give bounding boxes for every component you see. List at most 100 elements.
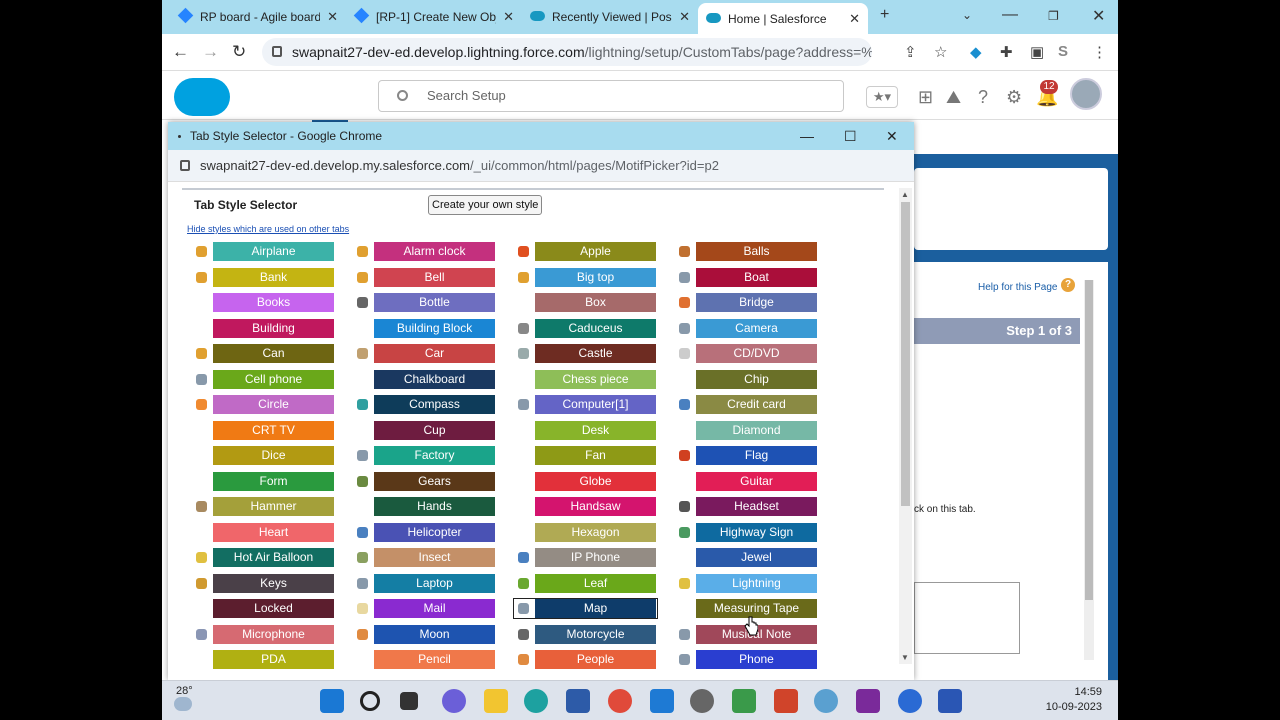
browser-tab-home-salesforce[interactable]: Home | Salesforce ✕ xyxy=(698,3,868,34)
tab-style-option[interactable]: Desk xyxy=(514,421,657,440)
hide-used-styles-link[interactable]: Hide styles which are used on other tabs xyxy=(187,224,349,234)
create-your-own-style-button[interactable]: Create your own style xyxy=(428,195,543,215)
tab-style-option[interactable]: Boat xyxy=(675,268,818,287)
tab-style-option[interactable]: Compass xyxy=(353,395,496,414)
search-icon[interactable] xyxy=(360,691,380,711)
help-circle-icon[interactable]: ? xyxy=(1061,278,1075,292)
browser-tab-rp-board[interactable]: RP board - Agile board ✕ xyxy=(170,4,346,30)
extension-icon[interactable]: ◆ xyxy=(970,43,982,61)
chatgpt-icon[interactable] xyxy=(690,689,714,713)
tab-style-option[interactable]: Laptop xyxy=(353,574,496,593)
tab-style-option[interactable]: Moon xyxy=(353,625,496,644)
tab-style-option[interactable]: Jewel xyxy=(675,548,818,567)
tab-style-option[interactable]: Chalkboard xyxy=(353,370,496,389)
tab-style-option[interactable]: Lightning xyxy=(675,574,818,593)
tab-style-option[interactable]: Chess piece xyxy=(514,370,657,389)
tab-style-option[interactable]: Books xyxy=(192,293,335,312)
avatar[interactable] xyxy=(1070,78,1102,110)
tab-style-option[interactable]: Bridge xyxy=(675,293,818,312)
back-icon[interactable]: ← xyxy=(172,42,189,62)
tab-style-option[interactable]: Helicopter xyxy=(353,523,496,542)
task-view-icon[interactable] xyxy=(400,692,418,710)
favorites-star-icon[interactable]: ★▾ xyxy=(866,86,898,108)
tab-style-option[interactable]: Alarm clock xyxy=(353,242,496,261)
tab-style-option[interactable]: Bell xyxy=(353,268,496,287)
tab-style-option[interactable]: Cell phone xyxy=(192,370,335,389)
tab-style-option[interactable]: Guitar xyxy=(675,472,818,491)
side-panel-icon[interactable]: ▣ xyxy=(1030,43,1044,61)
tab-style-option[interactable]: Flag xyxy=(675,446,818,465)
salesforce-logo-icon[interactable] xyxy=(174,78,230,116)
url-bar[interactable]: swapnait27-dev-ed.develop.lightning.forc… xyxy=(262,38,872,66)
tab-style-option[interactable]: Form xyxy=(192,472,335,491)
trailhead-icon[interactable]: ⛰ xyxy=(946,87,961,108)
edge-icon[interactable] xyxy=(524,689,548,713)
restore-icon[interactable]: ❐ xyxy=(1048,9,1059,23)
tab-style-option[interactable]: Gears xyxy=(353,472,496,491)
tab-style-option[interactable]: Computer[1] xyxy=(514,395,657,414)
tab-style-option[interactable]: Bank xyxy=(192,268,335,287)
puzzle-icon[interactable]: ✚ xyxy=(1000,43,1013,61)
bookmark-star-icon[interactable]: ☆ xyxy=(934,43,947,61)
network-icon[interactable] xyxy=(814,689,838,713)
zoom-icon[interactable] xyxy=(898,689,922,713)
tab-style-option[interactable]: Phone xyxy=(675,650,818,669)
tab-style-option[interactable]: Motorcycle xyxy=(514,625,657,644)
reload-icon[interactable]: ↻ xyxy=(232,42,246,62)
tab-style-option[interactable]: Hot Air Balloon xyxy=(192,548,335,567)
store-icon[interactable] xyxy=(566,689,590,713)
tab-style-option[interactable]: Pencil xyxy=(353,650,496,669)
add-icon[interactable]: ⊞ xyxy=(918,87,933,108)
vscode-icon[interactable] xyxy=(650,689,674,713)
tab-style-option[interactable]: Big top xyxy=(514,268,657,287)
notepad-icon[interactable] xyxy=(732,689,756,713)
close-icon[interactable]: ✕ xyxy=(327,9,338,25)
tab-style-option[interactable]: People xyxy=(514,650,657,669)
tab-style-option[interactable]: CD/DVD xyxy=(675,344,818,363)
tab-style-option[interactable]: Box xyxy=(514,293,657,312)
tab-style-option[interactable]: Building Block xyxy=(353,319,496,338)
tab-style-option[interactable]: Castle xyxy=(514,344,657,363)
new-tab-icon[interactable]: + xyxy=(880,6,889,24)
tab-style-option[interactable]: Balls xyxy=(675,242,818,261)
share-icon[interactable]: ⇪ xyxy=(904,43,917,61)
tab-style-option[interactable]: Diamond xyxy=(675,421,818,440)
tab-style-option[interactable]: Credit card xyxy=(675,395,818,414)
weather-icon[interactable] xyxy=(174,697,192,711)
powerpoint-icon[interactable] xyxy=(774,689,798,713)
tab-style-option[interactable]: Car xyxy=(353,344,496,363)
onenote-icon[interactable] xyxy=(856,689,880,713)
tab-style-option[interactable]: Insect xyxy=(353,548,496,567)
tab-style-option[interactable]: Keys xyxy=(192,574,335,593)
search-setup-input[interactable]: Search Setup xyxy=(378,80,844,112)
tab-style-option[interactable]: Apple xyxy=(514,242,657,261)
close-icon[interactable]: ✕ xyxy=(503,9,514,25)
windows-start-icon[interactable] xyxy=(320,689,344,713)
tab-style-option[interactable]: Highway Sign xyxy=(675,523,818,542)
tab-style-option[interactable]: Cup xyxy=(353,421,496,440)
tab-style-option[interactable]: Globe xyxy=(514,472,657,491)
tab-style-option[interactable]: Heart xyxy=(192,523,335,542)
tab-style-option[interactable]: Hexagon xyxy=(514,523,657,542)
word-icon[interactable] xyxy=(938,689,962,713)
tab-style-option[interactable]: Factory xyxy=(353,446,496,465)
close-icon[interactable]: ✕ xyxy=(886,122,898,150)
minimize-icon[interactable]: — xyxy=(1002,6,1018,24)
tab-style-option[interactable]: Dice xyxy=(192,446,335,465)
tab-style-option[interactable]: Circle xyxy=(192,395,335,414)
chrome-icon[interactable] xyxy=(608,689,632,713)
tab-style-option[interactable]: Hammer xyxy=(192,497,335,516)
tab-style-option[interactable]: Locked xyxy=(192,599,335,618)
tab-style-option[interactable]: Hands xyxy=(353,497,496,516)
gear-icon[interactable]: ⚙ xyxy=(1006,87,1022,108)
browser-tab-rp1[interactable]: [RP-1] Create New Obj ✕ xyxy=(346,4,522,30)
chat-icon[interactable] xyxy=(442,689,466,713)
background-textarea[interactable] xyxy=(914,582,1020,654)
profile-icon[interactable]: S xyxy=(1058,43,1068,60)
help-for-page-link[interactable]: Help for this Page xyxy=(978,282,1058,293)
tab-style-option[interactable]: Chip xyxy=(675,370,818,389)
minimize-icon[interactable]: — xyxy=(800,122,814,150)
scroll-down-icon[interactable]: ▼ xyxy=(901,653,909,662)
popup-scrollbar[interactable]: ▲ ▼ xyxy=(899,188,912,664)
tab-style-option[interactable]: Can xyxy=(192,344,335,363)
